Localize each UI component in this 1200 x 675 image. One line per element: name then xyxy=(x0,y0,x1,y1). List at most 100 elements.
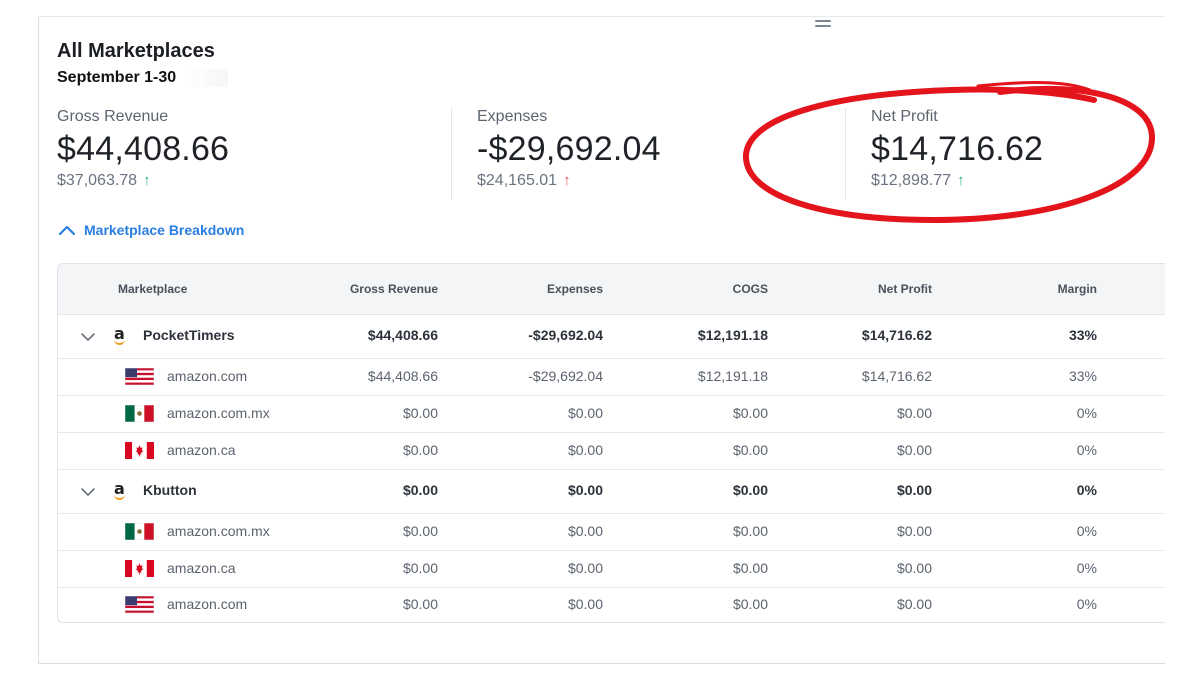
cell-gross-revenue: $0.00 xyxy=(402,482,438,498)
cell-net-profit: $0.00 xyxy=(896,482,932,498)
marketplace-name: Kbutton xyxy=(143,482,197,498)
stat-value: $44,408.66 xyxy=(57,130,230,168)
marketplace-site-name: amazon.ca xyxy=(167,441,236,458)
marketplace-site-name: amazon.com xyxy=(167,595,248,612)
marketplace-table: Marketplace Gross Revenue Expenses COGS … xyxy=(57,263,1165,623)
arrow-up-icon: ↑ xyxy=(563,172,571,189)
ca-flag-icon xyxy=(125,442,154,459)
table-group-row[interactable]: a Kbutton $0.00 $0.00 $0.00 $0.00 0% xyxy=(58,469,1165,514)
cell-margin: 0% xyxy=(1076,559,1097,576)
cell-net-profit: $14,716.62 xyxy=(861,367,932,384)
stat-expenses: Expenses -$29,692.04 $24,165.01 ↑ xyxy=(477,108,661,190)
cell-net-profit: $0.00 xyxy=(896,441,932,458)
cell-expenses: $0.00 xyxy=(567,559,603,576)
stat-label: Net Profit xyxy=(871,108,938,125)
cell-margin: 0% xyxy=(1076,595,1097,612)
table-row[interactable]: amazon.ca $0.00 $0.00 $0.00 $0.00 0% xyxy=(58,550,1165,588)
stat-value: $14,716.62 xyxy=(871,130,1044,168)
column-header-net-profit[interactable]: Net Profit xyxy=(878,282,932,296)
cell-gross-revenue: $0.00 xyxy=(402,441,438,458)
cell-expenses: $0.00 xyxy=(567,595,603,612)
cell-margin: 0% xyxy=(1076,441,1097,458)
column-header-cogs[interactable]: COGS xyxy=(733,282,768,296)
mx-flag-icon xyxy=(124,522,155,541)
stat-previous-value: $12,898.77 xyxy=(871,172,952,189)
cell-margin: 0% xyxy=(1076,404,1097,421)
marketplace-breakdown-toggle[interactable]: Marketplace Breakdown xyxy=(58,222,244,238)
cell-cogs: $12,191.18 xyxy=(697,367,768,384)
column-header-marketplace[interactable]: Marketplace xyxy=(118,282,187,296)
cell-gross-revenue: $0.00 xyxy=(402,522,438,539)
amazon-smile-icon xyxy=(114,494,125,500)
stat-label: Expenses xyxy=(477,108,548,125)
cell-expenses: -$29,692.04 xyxy=(528,327,603,343)
cell-gross-revenue: $0.00 xyxy=(402,595,438,612)
cell-margin: 0% xyxy=(1076,482,1097,498)
cell-expenses: $0.00 xyxy=(567,441,603,458)
stat-value: -$29,692.04 xyxy=(477,130,661,168)
stat-net-profit: Net Profit $14,716.62 $12,898.77 ↑ xyxy=(871,108,1043,190)
cell-cogs: $0.00 xyxy=(732,441,768,458)
marketplace-site-name: amazon.com xyxy=(167,367,248,384)
arrow-up-icon: ↑ xyxy=(957,172,965,189)
cell-cogs: $12,191.18 xyxy=(697,327,768,343)
stat-previous-value: $24,165.01 xyxy=(477,172,558,189)
stat-previous-value: $37,063.78 xyxy=(57,172,138,189)
cell-cogs: $0.00 xyxy=(732,522,768,539)
stat-label: Gross Revenue xyxy=(57,108,169,125)
cell-gross-revenue: $0.00 xyxy=(402,559,438,576)
cell-net-profit: $14,716.62 xyxy=(861,327,932,343)
cell-cogs: $0.00 xyxy=(732,482,768,498)
cell-cogs: $0.00 xyxy=(732,559,768,576)
arrow-up-icon: ↑ xyxy=(143,172,151,189)
table-row[interactable]: amazon.com $0.00 $0.00 $0.00 $0.00 0% xyxy=(58,587,1165,622)
cell-expenses: -$29,692.04 xyxy=(528,367,603,384)
us-flag-icon xyxy=(124,367,155,386)
table-row[interactable]: amazon.com.mx $0.00 $0.00 $0.00 $0.00 0% xyxy=(58,513,1165,551)
marketplace-name: PocketTimers xyxy=(143,327,235,343)
amazon-smile-icon xyxy=(114,339,125,345)
column-header-margin[interactable]: Margin xyxy=(1058,282,1097,296)
cell-expenses: $0.00 xyxy=(567,522,603,539)
table-row[interactable]: amazon.com.mx $0.00 $0.00 $0.00 $0.00 0% xyxy=(58,395,1165,433)
cell-margin: 33% xyxy=(1068,327,1097,343)
cell-gross-revenue: $0.00 xyxy=(402,404,438,421)
table-header: Marketplace Gross Revenue Expenses COGS … xyxy=(58,264,1165,315)
cell-cogs: $0.00 xyxy=(732,404,768,421)
date-range: September 1-30 xyxy=(57,69,229,87)
divider xyxy=(845,108,846,200)
table-row[interactable]: amazon.com $44,408.66 -$29,692.04 $12,191.1… xyxy=(58,358,1165,396)
cell-margin: 0% xyxy=(1076,522,1097,539)
column-header-gross-revenue[interactable]: Gross Revenue xyxy=(350,282,438,296)
column-header-expenses[interactable]: Expenses xyxy=(547,282,603,296)
cell-gross-revenue: $44,408.66 xyxy=(367,367,438,384)
cell-net-profit: $0.00 xyxy=(896,559,932,576)
marketplace-site-name: amazon.com.mx xyxy=(167,404,270,421)
divider xyxy=(451,108,452,200)
us-flag-icon xyxy=(124,595,155,614)
cell-gross-revenue: $44,408.66 xyxy=(367,327,438,343)
page-title: All Marketplaces xyxy=(57,40,215,62)
cell-net-profit: $0.00 xyxy=(896,595,932,612)
mx-flag-icon xyxy=(124,404,155,423)
cell-expenses: $0.00 xyxy=(567,482,603,498)
stat-previous: $24,165.01 ↑ xyxy=(477,172,661,190)
stat-previous: $12,898.77 ↑ xyxy=(871,172,1043,190)
breakdown-toggle-label: Marketplace Breakdown xyxy=(84,222,245,238)
stat-previous: $37,063.78 ↑ xyxy=(57,172,229,190)
stat-gross-revenue: Gross Revenue $44,408.66 $37,063.78 ↑ xyxy=(57,108,229,190)
drag-handle-icon[interactable] xyxy=(815,20,831,28)
cell-cogs: $0.00 xyxy=(732,595,768,612)
chevron-down-icon[interactable] xyxy=(80,487,96,497)
ca-flag-icon xyxy=(125,560,154,577)
marketplace-site-name: amazon.ca xyxy=(167,559,236,576)
marketplace-site-name: amazon.com.mx xyxy=(167,522,270,539)
chevron-down-icon[interactable] xyxy=(80,332,96,342)
cell-margin: 33% xyxy=(1068,367,1097,384)
table-row[interactable]: amazon.ca $0.00 $0.00 $0.00 $0.00 0% xyxy=(58,432,1165,470)
chevron-up-icon xyxy=(58,225,76,236)
cell-net-profit: $0.00 xyxy=(896,522,932,539)
cell-expenses: $0.00 xyxy=(567,404,603,421)
table-group-row[interactable]: a PocketTimers $44,408.66 -$29,692.04 $12,19… xyxy=(58,314,1165,359)
cell-net-profit: $0.00 xyxy=(896,404,932,421)
